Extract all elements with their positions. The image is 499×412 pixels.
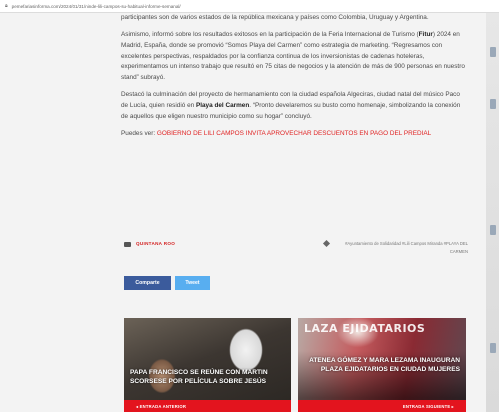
facebook-share-button[interactable]: Comparte bbox=[124, 276, 171, 290]
article-meta: QUINTANA ROO #Ayuntamiento de Solidarida… bbox=[124, 238, 468, 268]
side-thumbnail[interactable] bbox=[490, 343, 496, 353]
tweet-button[interactable]: Tweet bbox=[175, 276, 210, 290]
previous-post-card[interactable]: PAPA FRANCISCO SE REÚNE CON MARTIN SCORS… bbox=[124, 318, 291, 412]
post-title[interactable]: PAPA FRANCISCO SE REÚNE CON MARTIN SCORS… bbox=[130, 368, 285, 387]
side-panel-strip bbox=[486, 13, 499, 412]
side-thumbnail[interactable] bbox=[490, 225, 496, 235]
related-link-paragraph: Puedes ver: GOBIERNO DE LILI CAMPOS INVI… bbox=[121, 129, 432, 137]
folder-icon bbox=[124, 242, 131, 247]
article-paragraph: Asimismo, informó sobre los resultados e… bbox=[121, 31, 465, 82]
article-paragraph: participantes son de varios estados de l… bbox=[121, 14, 429, 21]
tag-list[interactable]: #Ayuntamiento de Solidaridad #Lili Campo… bbox=[334, 240, 468, 256]
post-title[interactable]: ATENEA GÓMEZ Y MARA LEZAMA INAUGURAN PLA… bbox=[304, 356, 460, 375]
next-post-button[interactable]: ENTRADA SIGUIENTE ▸ bbox=[298, 400, 466, 412]
tag-icon bbox=[322, 239, 331, 248]
share-buttons: Comparte Tweet bbox=[124, 276, 210, 290]
lock-icon[interactable]: 🔒︎ bbox=[5, 3, 8, 9]
related-article-link[interactable]: GOBIERNO DE LILI CAMPOS INVITA APROVECHA… bbox=[157, 130, 431, 137]
next-post-card[interactable]: LAZA EJIDATARIOS ATENEA GÓMEZ Y MARA LEZ… bbox=[298, 318, 466, 412]
previous-post-button[interactable]: ◂ ENTRADA ANTERIOR bbox=[124, 400, 291, 412]
category-link[interactable]: QUINTANA ROO bbox=[136, 241, 175, 246]
side-thumbnail[interactable] bbox=[490, 99, 496, 109]
post-thumbnail bbox=[124, 318, 291, 412]
url-text[interactable]: pemefariasinforma.com/2024/01/31/ninde-l… bbox=[12, 4, 181, 9]
article-body: participantes son de varios estados de l… bbox=[121, 13, 466, 146]
browser-address-bar[interactable]: 🔒︎ pemefariasinforma.com/2024/01/31/nind… bbox=[0, 0, 499, 13]
photo-banner-text: LAZA EJIDATARIOS bbox=[304, 322, 426, 335]
side-thumbnail[interactable] bbox=[490, 47, 496, 57]
article-paragraph: Destacó la culminación del proyecto de h… bbox=[121, 91, 461, 120]
